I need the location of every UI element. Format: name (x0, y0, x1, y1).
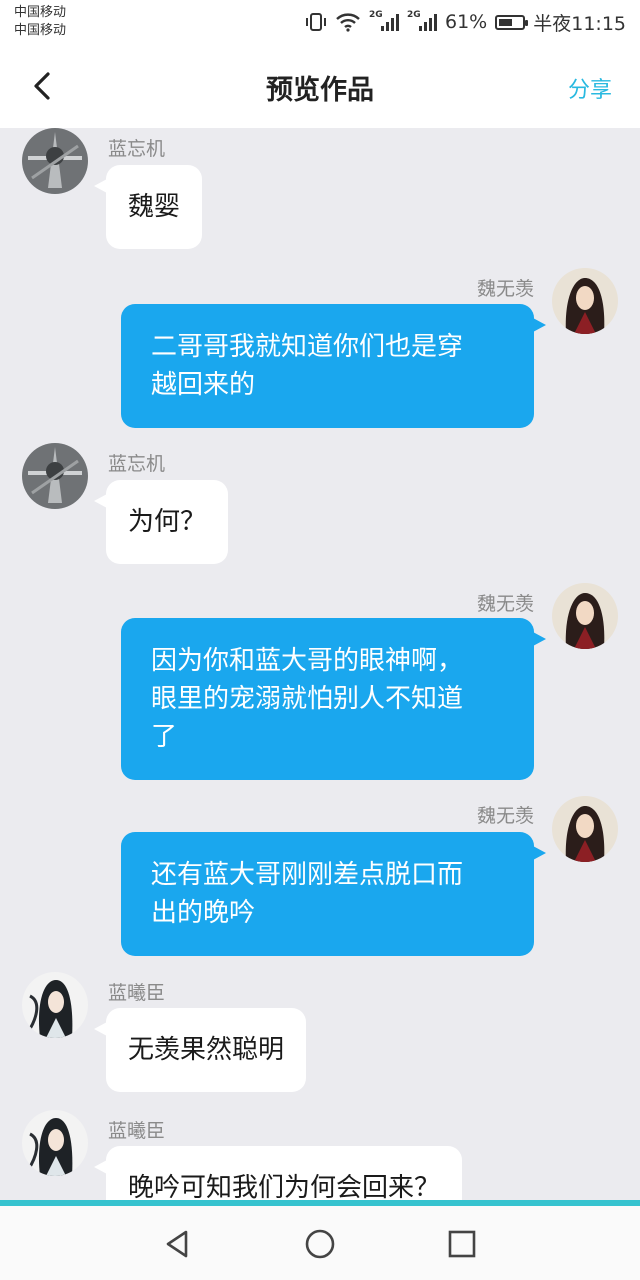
network-type-label: 2G (407, 10, 421, 20)
sender-name: 魏无羡 (476, 278, 534, 300)
character-avatar[interactable] (22, 1110, 88, 1176)
message-line: 还有蓝大哥刚刚差点脱口而 (151, 860, 464, 890)
carrier-label: 中国移动 (14, 5, 67, 20)
carrier-label: 中国移动 (14, 23, 67, 38)
character-avatar[interactable] (552, 796, 618, 862)
message-line: 越回来的 (151, 370, 256, 400)
message-line: 出的晚吟 (151, 898, 256, 928)
sender-name: 蓝忘机 (108, 138, 166, 160)
character-avatar[interactable] (22, 972, 88, 1038)
message-bubble[interactable]: 魏婴 (93, 165, 203, 249)
sender-name: 蓝曦臣 (108, 1120, 166, 1142)
chat-area[interactable]: 蓝忘机 魏婴 魏无羡 二哥哥我就知道你们也是穿 越回来的 蓝忘机 为何？ 魏无羡… (0, 128, 640, 1200)
page-title: 预览作品 (266, 75, 374, 106)
message-line: 了 (151, 722, 178, 752)
battery-percent: 61% (445, 11, 488, 33)
message-bubble[interactable]: 无羡果然聪明 (93, 1008, 307, 1092)
message-bubble[interactable]: 还有蓝大哥刚刚差点脱口而 出的晚吟 (121, 832, 546, 956)
wifi-icon (335, 12, 361, 32)
sender-name: 蓝曦臣 (108, 982, 166, 1004)
message-bubble[interactable]: 二哥哥我就知道你们也是穿 越回来的 (121, 304, 546, 428)
message-line: 二哥哥我就知道你们也是穿 (151, 332, 464, 362)
circle-home-icon[interactable] (300, 1224, 340, 1264)
app-header: 预览作品 分享 (0, 44, 640, 128)
message-line: 因为你和蓝大哥的眼神啊， (151, 646, 464, 676)
message-bubble[interactable]: 为何？ (93, 480, 229, 564)
status-bar: 中国移动 中国移动 2G 2G 61% 半夜11:15 (0, 0, 640, 44)
share-button[interactable]: 分享 (568, 72, 612, 104)
vibrate-icon (305, 12, 327, 32)
character-avatar[interactable] (552, 583, 618, 649)
character-avatar[interactable] (552, 268, 618, 334)
system-nav-bar (0, 1206, 640, 1280)
message-line: 晚吟可知我们为何会回来？ (128, 1173, 441, 1200)
clock: 半夜11:15 (533, 12, 626, 35)
sender-name: 魏无羡 (476, 593, 534, 615)
sender-name: 蓝忘机 (108, 453, 166, 475)
square-recents-icon[interactable] (442, 1224, 482, 1264)
message-bubble[interactable]: 因为你和蓝大哥的眼神啊， 眼里的宠溺就怕别人不知道 了 (121, 618, 546, 780)
signal-icon: 2G (369, 10, 399, 31)
triangle-back-icon[interactable] (158, 1224, 198, 1264)
message-bubble[interactable]: 晚吟可知我们为何会回来？ (93, 1146, 463, 1200)
figure-avatar[interactable] (22, 128, 88, 194)
signal-icon: 2G (407, 10, 437, 31)
sender-name: 魏无羡 (476, 805, 534, 827)
network-type-label: 2G (369, 10, 383, 20)
battery-icon (495, 14, 529, 30)
message-line: 无羡果然聪明 (128, 1035, 285, 1065)
message-line: 眼里的宠溺就怕别人不知道 (151, 684, 464, 714)
figure-avatar[interactable] (22, 443, 88, 509)
message-line: 为何？ (128, 507, 207, 537)
message-line: 魏婴 (128, 192, 181, 222)
status-icons: 2G 2G 61% 半夜11:15 (305, 8, 626, 36)
